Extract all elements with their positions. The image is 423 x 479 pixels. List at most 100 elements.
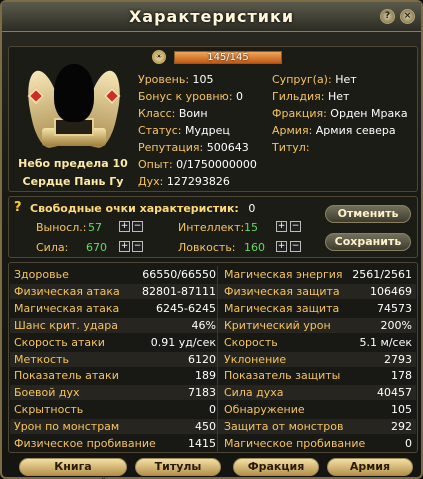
stat-value: 1415 xyxy=(188,437,216,450)
strength-plus-button[interactable]: + xyxy=(119,241,130,252)
emblem-caption-heart: Сердце Пань Гу xyxy=(22,175,124,188)
info-level: Уровень: 105 xyxy=(138,73,214,86)
stat-value: 66550/66550 xyxy=(142,268,216,281)
agility-value: 160 xyxy=(244,241,265,254)
strength-minus-button[interactable]: − xyxy=(132,241,143,252)
stat-label: Магическая атака xyxy=(14,301,120,315)
stamina-minus-button[interactable]: − xyxy=(132,221,143,232)
stat-value: 189 xyxy=(195,369,216,383)
stats-row: Здоровье 66550/66550 Магическая энергия 256… xyxy=(10,267,416,282)
info-reputation: Репутация: 500643 xyxy=(138,141,249,154)
stats-row: Магическая атака 6245-6245 Магическая защи… xyxy=(10,301,416,316)
stat-value: 2561/2561 xyxy=(352,268,412,281)
stat-value: 82801-87111 xyxy=(142,284,216,298)
save-button[interactable]: Сохранить xyxy=(325,233,411,251)
agility-minus-button[interactable]: − xyxy=(290,241,301,252)
stats-row: Физическая атака 82801-87111 Физическая за… xyxy=(10,283,416,299)
stamina-label: Выносл.: xyxy=(36,221,87,234)
title-bar[interactable]: Характеристики ? × xyxy=(2,2,421,32)
cancel-button[interactable]: Отменить xyxy=(325,205,411,223)
bottom-bar: Книга поколений Титулы Фракция Армия xyxy=(2,457,421,479)
stat-value: 105 xyxy=(391,403,412,417)
stat-value: 292 xyxy=(391,420,412,434)
info-status: Статус: Мудрец xyxy=(138,124,230,137)
close-button[interactable]: × xyxy=(400,9,415,24)
stat-label: Магическая защита xyxy=(224,301,340,315)
stat-value: 6120 xyxy=(188,352,216,366)
stat-label: Показатель атаки xyxy=(14,369,119,383)
stat-label: Скрытность xyxy=(14,403,84,417)
sun-icon: ☀ xyxy=(152,50,166,64)
window-title: Характеристики xyxy=(128,7,295,26)
stat-label: Сила духа xyxy=(224,386,284,400)
intellect-value: 15 xyxy=(244,221,258,234)
army-button[interactable]: Армия xyxy=(327,458,413,476)
stat-label: Урон по монстрам xyxy=(14,420,120,434)
stat-label: Магическая энергия xyxy=(224,268,343,281)
stats-row: Шанс крит. удара 46% Критический урон 200% xyxy=(10,317,416,333)
stats-row: Боевой дух 7183 Сила духа 40457 xyxy=(10,385,416,401)
question-icon: ? xyxy=(14,200,22,215)
stat-label: Скорость xyxy=(224,335,278,349)
info-level-bonus: Бонус к уровню: 0 xyxy=(138,90,244,103)
stat-label: Шанс крит. удара xyxy=(14,318,118,332)
info-guild: Гильдия: Нет xyxy=(272,90,350,103)
stat-value: 0.91 уд/сек xyxy=(150,335,216,349)
info-title: Титул: xyxy=(272,141,310,154)
stat-value: 0 xyxy=(209,403,216,417)
faction-button[interactable]: Фракция xyxy=(233,458,319,476)
stat-value: 200% xyxy=(380,318,412,332)
stats-row: Физическое пробивание 1415 Магическое проб… xyxy=(10,436,416,451)
stat-label: Физическая защита xyxy=(224,284,340,298)
stats-row: Урон по монстрам 450 Защита от монстров 292 xyxy=(10,419,416,435)
stat-value: 0 xyxy=(405,437,412,450)
character-window: Характеристики ? × ☀ 145/145 Небо предел… xyxy=(0,0,423,479)
exp-bar: 145/145 xyxy=(174,51,282,64)
exp-bar-text: 145/145 xyxy=(207,52,249,63)
character-silhouette xyxy=(54,64,94,122)
stat-value: 40457 xyxy=(377,386,412,400)
stat-label: Здоровье xyxy=(14,268,69,281)
stat-label: Боевой дух xyxy=(14,386,80,400)
stat-value: 6245-6245 xyxy=(156,301,216,315)
intellect-plus-button[interactable]: + xyxy=(276,221,287,232)
stat-label: Критический урон xyxy=(224,318,331,332)
stat-label: Физическая атака xyxy=(14,284,120,298)
stat-value: 2793 xyxy=(384,352,412,366)
free-points-header: Свободные очки характеристик: 0 xyxy=(30,202,256,215)
stats-row: Скорость атаки 0.91 уд/сек Скорость 5.1 м/с… xyxy=(10,335,416,350)
stat-value: 106469 xyxy=(370,284,412,298)
info-spouse: Супруг(а): Нет xyxy=(272,73,357,86)
strength-label: Сила: xyxy=(36,241,69,254)
info-spirit: Дух: 127293826 xyxy=(138,175,230,188)
info-experience: Опыт: 0/1750000000 xyxy=(138,158,257,171)
info-army: Армия: Армия севера xyxy=(272,124,396,137)
rank-emblem xyxy=(22,64,126,154)
intellect-label: Интеллект: xyxy=(178,221,245,234)
stat-label: Показатель защиты xyxy=(224,369,341,383)
info-faction: Фракция: Орден Мрака xyxy=(272,107,408,120)
emblem-caption-realm: Небо предела 10 xyxy=(18,157,128,170)
stat-label: Скорость атаки xyxy=(14,335,105,349)
stamina-value: 57 xyxy=(88,221,102,234)
stat-value: 5.1 м/сек xyxy=(359,335,412,349)
stats-row: Показатель атаки 189 Показатель защиты 178 xyxy=(10,368,416,383)
stat-value: 178 xyxy=(391,369,412,383)
agility-label: Ловкость: xyxy=(178,241,236,254)
stats-row: Скрытность 0 Обнаружение 105 xyxy=(10,402,416,417)
intellect-minus-button[interactable]: − xyxy=(290,221,301,232)
stat-value: 7183 xyxy=(188,386,216,400)
stats-row: Меткость 6120 Уклонение 2793 xyxy=(10,351,416,367)
titles-button[interactable]: Титулы xyxy=(135,458,221,476)
stat-value: 74573 xyxy=(377,301,412,315)
stat-label: Обнаружение xyxy=(224,403,305,417)
stat-label: Уклонение xyxy=(224,352,287,366)
stat-label: Меткость xyxy=(14,352,69,366)
stamina-plus-button[interactable]: + xyxy=(119,221,130,232)
stats-column-divider xyxy=(217,266,218,453)
agility-plus-button[interactable]: + xyxy=(276,241,287,252)
help-button[interactable]: ? xyxy=(380,9,395,24)
stat-value: 450 xyxy=(195,420,216,434)
info-class: Класс: Воин xyxy=(138,107,208,120)
generations-book-button[interactable]: Книга поколений xyxy=(19,458,127,479)
